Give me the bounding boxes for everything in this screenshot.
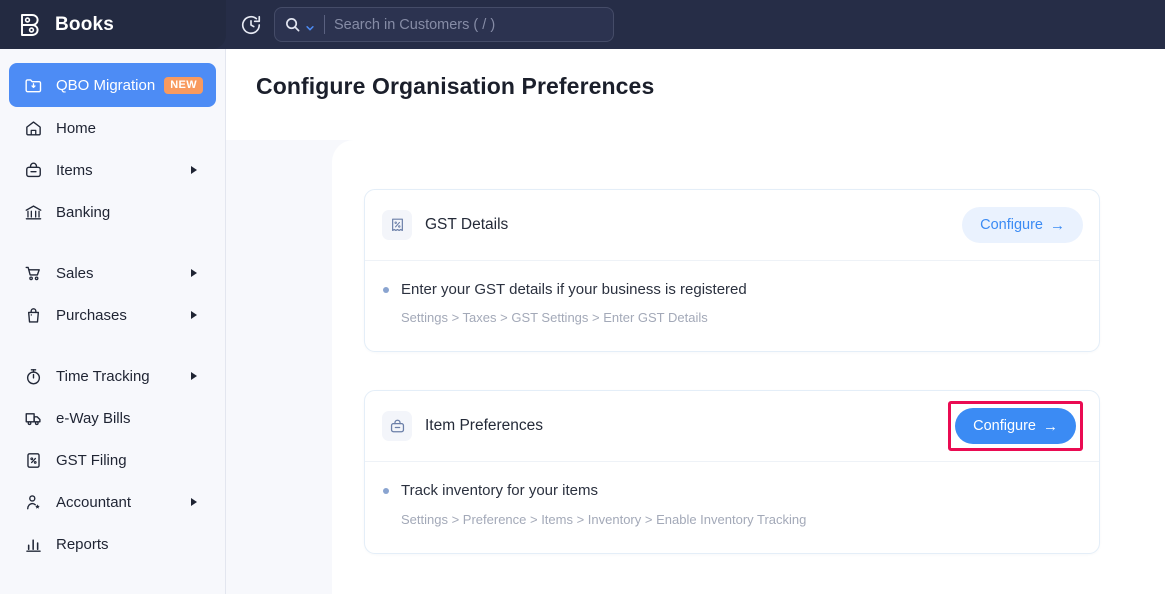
sidebar-item-eway-bills[interactable]: e-Way Bills [9,397,216,439]
basket-icon [382,411,412,441]
clock-history-icon[interactable] [240,14,262,36]
sidebar-item-purchases[interactable]: Purchases [9,294,216,336]
books-logo-icon [16,11,44,39]
sidebar-nav: QBO Migration NEW Home Items [0,49,226,594]
content-panel: GST Details Configure → Enter your GST d… [332,140,1165,594]
home-icon [23,118,44,139]
configure-button-gst-details[interactable]: Configure → [962,207,1083,243]
new-badge: NEW [164,77,203,94]
page-title: Configure Organisation Preferences [256,73,654,100]
sidebar-item-sales[interactable]: Sales [9,252,216,294]
header-right-region [226,0,1165,49]
chevron-right-icon [191,498,197,506]
sidebar-item-label: e-Way Bills [56,410,130,427]
stopwatch-icon [23,366,44,387]
search-icon [285,17,300,32]
receipt-percent-icon [382,210,412,240]
card-bullet-row: Track inventory for your items [383,481,1081,501]
chevron-right-icon [191,269,197,277]
app-logo-block[interactable]: Books [0,0,226,49]
basket-icon [23,160,44,181]
chevron-right-icon [191,311,197,319]
percent-document-icon [23,450,44,471]
sidebar-item-gst-filing[interactable]: GST Filing [9,439,216,481]
card-title: Item Preferences [425,417,543,435]
sidebar-item-qbo-migration[interactable]: QBO Migration NEW [9,63,216,107]
configure-button-label: Configure [980,217,1043,233]
sidebar-group-gap [0,336,225,355]
search-input[interactable] [334,17,603,33]
bullet-dot-icon [383,287,389,293]
sidebar-item-label: Items [56,162,93,179]
app-root: Books [0,0,1165,594]
card-body: Track inventory for your items Settings … [365,462,1099,552]
card-header: GST Details Configure → [365,190,1099,261]
card-settings-path: Settings > Preference > Items > Inventor… [401,512,1081,527]
top-header-bar: Books [0,0,1165,49]
main-content: Configure Organisation Preferences [226,49,1165,594]
app-name: Books [55,14,114,36]
sidebar-item-label: Time Tracking [56,368,150,385]
card-header: Item Preferences Configure → [365,391,1099,462]
sidebar-item-accountant[interactable]: Accountant [9,481,216,523]
sidebar-item-time-tracking[interactable]: Time Tracking [9,355,216,397]
preference-card-item-preferences: Item Preferences Configure → Track [364,390,1100,553]
folder-migration-icon [23,75,44,96]
search-divider [324,15,325,34]
sidebar-item-reports[interactable]: Reports [9,523,216,565]
global-search-box[interactable] [274,7,614,42]
card-bullet-text: Enter your GST details if your business … [401,280,747,300]
arrow-right-icon: → [1050,218,1065,233]
configure-button-item-preferences[interactable]: Configure → [955,408,1076,444]
sidebar-group-gap [0,233,225,252]
user-star-icon [23,492,44,513]
sidebar-item-label: Purchases [56,307,127,324]
sidebar-item-label: Banking [56,204,110,221]
card-title: GST Details [425,216,508,234]
sidebar-item-label: QBO Migration [56,77,155,94]
bar-chart-icon [23,534,44,555]
shopping-bag-icon [23,305,44,326]
sidebar-item-label: Home [56,120,96,137]
truck-icon [23,408,44,429]
sidebar-item-label: Reports [56,536,109,553]
sidebar-item-label: Sales [56,265,94,282]
bullet-dot-icon [383,488,389,494]
sidebar-item-items[interactable]: Items [9,149,216,191]
card-body: Enter your GST details if your business … [365,261,1099,351]
preference-cards-list: GST Details Configure → Enter your GST d… [364,189,1100,592]
arrow-right-icon: → [1043,419,1058,434]
configure-button-label: Configure [973,418,1036,434]
highlight-outline: Configure → [948,401,1083,451]
chevron-down-icon[interactable] [305,20,315,30]
sidebar-item-label: GST Filing [56,452,127,469]
sidebar-item-banking[interactable]: Banking [9,191,216,233]
card-bullet-row: Enter your GST details if your business … [383,280,1081,300]
preference-card-gst-details: GST Details Configure → Enter your GST d… [364,189,1100,352]
sidebar-item-label: Accountant [56,494,131,511]
sidebar-item-home[interactable]: Home [9,107,216,149]
chevron-right-icon [191,372,197,380]
shopping-cart-icon [23,263,44,284]
card-bullet-text: Track inventory for your items [401,481,598,501]
card-settings-path: Settings > Taxes > GST Settings > Enter … [401,310,1081,325]
bank-icon [23,202,44,223]
chevron-right-icon [191,166,197,174]
